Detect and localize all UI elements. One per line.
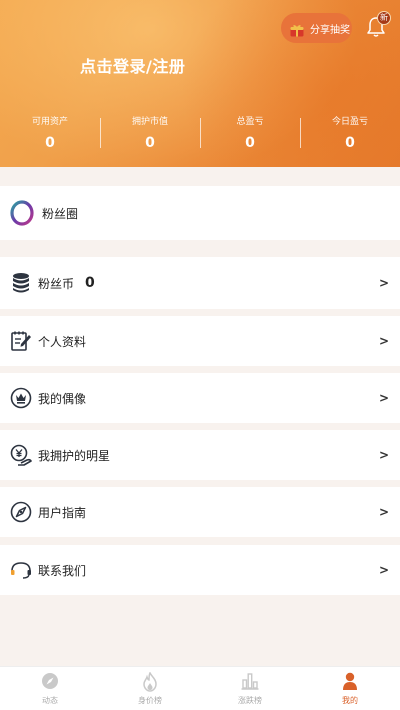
chevron-right-icon: > xyxy=(378,505,389,519)
menu-profile[interactable]: 个人资料 > xyxy=(0,316,400,366)
stat-value: 0 xyxy=(145,135,155,151)
bottom-tab-bar: 动态 身价榜 涨跌榜 我的 xyxy=(0,666,400,710)
headset-icon xyxy=(10,559,32,581)
new-badge: 新 xyxy=(377,11,391,25)
menu-fans-circle[interactable]: 粉丝圈 xyxy=(0,186,400,240)
stat-today-profit: 今日盈亏 0 xyxy=(300,114,400,154)
chevron-right-icon: > xyxy=(378,276,389,290)
login-register-link[interactable]: 点击登录/注册 xyxy=(80,53,185,77)
compass-icon xyxy=(42,673,58,689)
stat-label: 今日盈亏 xyxy=(331,117,368,127)
share-lottery-label: 分享抽奖 xyxy=(310,24,350,36)
menu-fans-coin[interactable]: 粉丝币 0 > xyxy=(0,257,400,309)
tab-value-ranking[interactable]: 身价榜 xyxy=(100,667,200,710)
stat-total-profit: 总盈亏 0 xyxy=(200,114,300,154)
tab-label: 我的 xyxy=(342,696,358,705)
menu-label: 我拥护的明星 xyxy=(38,448,111,463)
stat-value: 0 xyxy=(345,135,355,151)
stat-label: 拥护市值 xyxy=(131,117,168,127)
profile-header: 分享抽奖 新 点击登录/注册 可用资产 0 拥护市值 0 总盈亏 0 今日盈亏 … xyxy=(0,0,400,167)
ring-icon xyxy=(10,200,34,226)
share-lottery-button[interactable]: 分享抽奖 xyxy=(281,13,352,43)
stat-value: 0 xyxy=(45,135,55,151)
menu-label: 我的偶像 xyxy=(38,391,87,406)
compass-icon xyxy=(10,501,32,523)
coin-hand-icon xyxy=(10,444,32,466)
flame-icon xyxy=(143,672,157,692)
chevron-right-icon: > xyxy=(378,334,389,348)
chevron-right-icon: > xyxy=(378,448,389,462)
stat-label: 总盈亏 xyxy=(236,117,264,127)
menu-user-guide[interactable]: 用户指南 > xyxy=(0,487,400,537)
tab-label: 动态 xyxy=(42,696,58,705)
stat-available-assets: 可用资产 0 xyxy=(0,114,100,154)
tab-feed[interactable]: 动态 xyxy=(0,667,100,710)
crown-icon xyxy=(10,387,32,409)
tab-label: 涨跌榜 xyxy=(238,696,262,705)
tab-label: 身价榜 xyxy=(138,696,162,705)
edit-document-icon xyxy=(10,330,32,352)
fans-coin-value: 0 xyxy=(85,275,95,291)
menu-label: 个人资料 xyxy=(38,334,87,349)
menu-label: 联系我们 xyxy=(38,563,87,578)
menu-label: 用户指南 xyxy=(38,505,87,520)
chevron-right-icon: > xyxy=(378,563,389,577)
menu-label: 粉丝币 xyxy=(38,276,75,291)
menu-my-idol[interactable]: 我的偶像 > xyxy=(0,373,400,423)
person-icon xyxy=(343,672,357,690)
tab-mine[interactable]: 我的 xyxy=(300,667,400,710)
stat-support-market-value: 拥护市值 0 xyxy=(100,114,200,154)
chevron-right-icon: > xyxy=(378,391,389,405)
gift-icon xyxy=(290,22,304,36)
database-icon xyxy=(10,272,32,294)
tab-change-ranking[interactable]: 涨跌榜 xyxy=(200,667,300,710)
menu-label: 粉丝圈 xyxy=(42,206,79,221)
menu-contact-us[interactable]: 联系我们 > xyxy=(0,545,400,595)
asset-stats: 可用资产 0 拥护市值 0 总盈亏 0 今日盈亏 0 xyxy=(0,114,400,154)
stat-label: 可用资产 xyxy=(31,117,68,127)
stat-value: 0 xyxy=(245,135,255,151)
bar-chart-icon xyxy=(241,673,259,690)
menu-my-star[interactable]: 我拥护的明星 > xyxy=(0,430,400,480)
